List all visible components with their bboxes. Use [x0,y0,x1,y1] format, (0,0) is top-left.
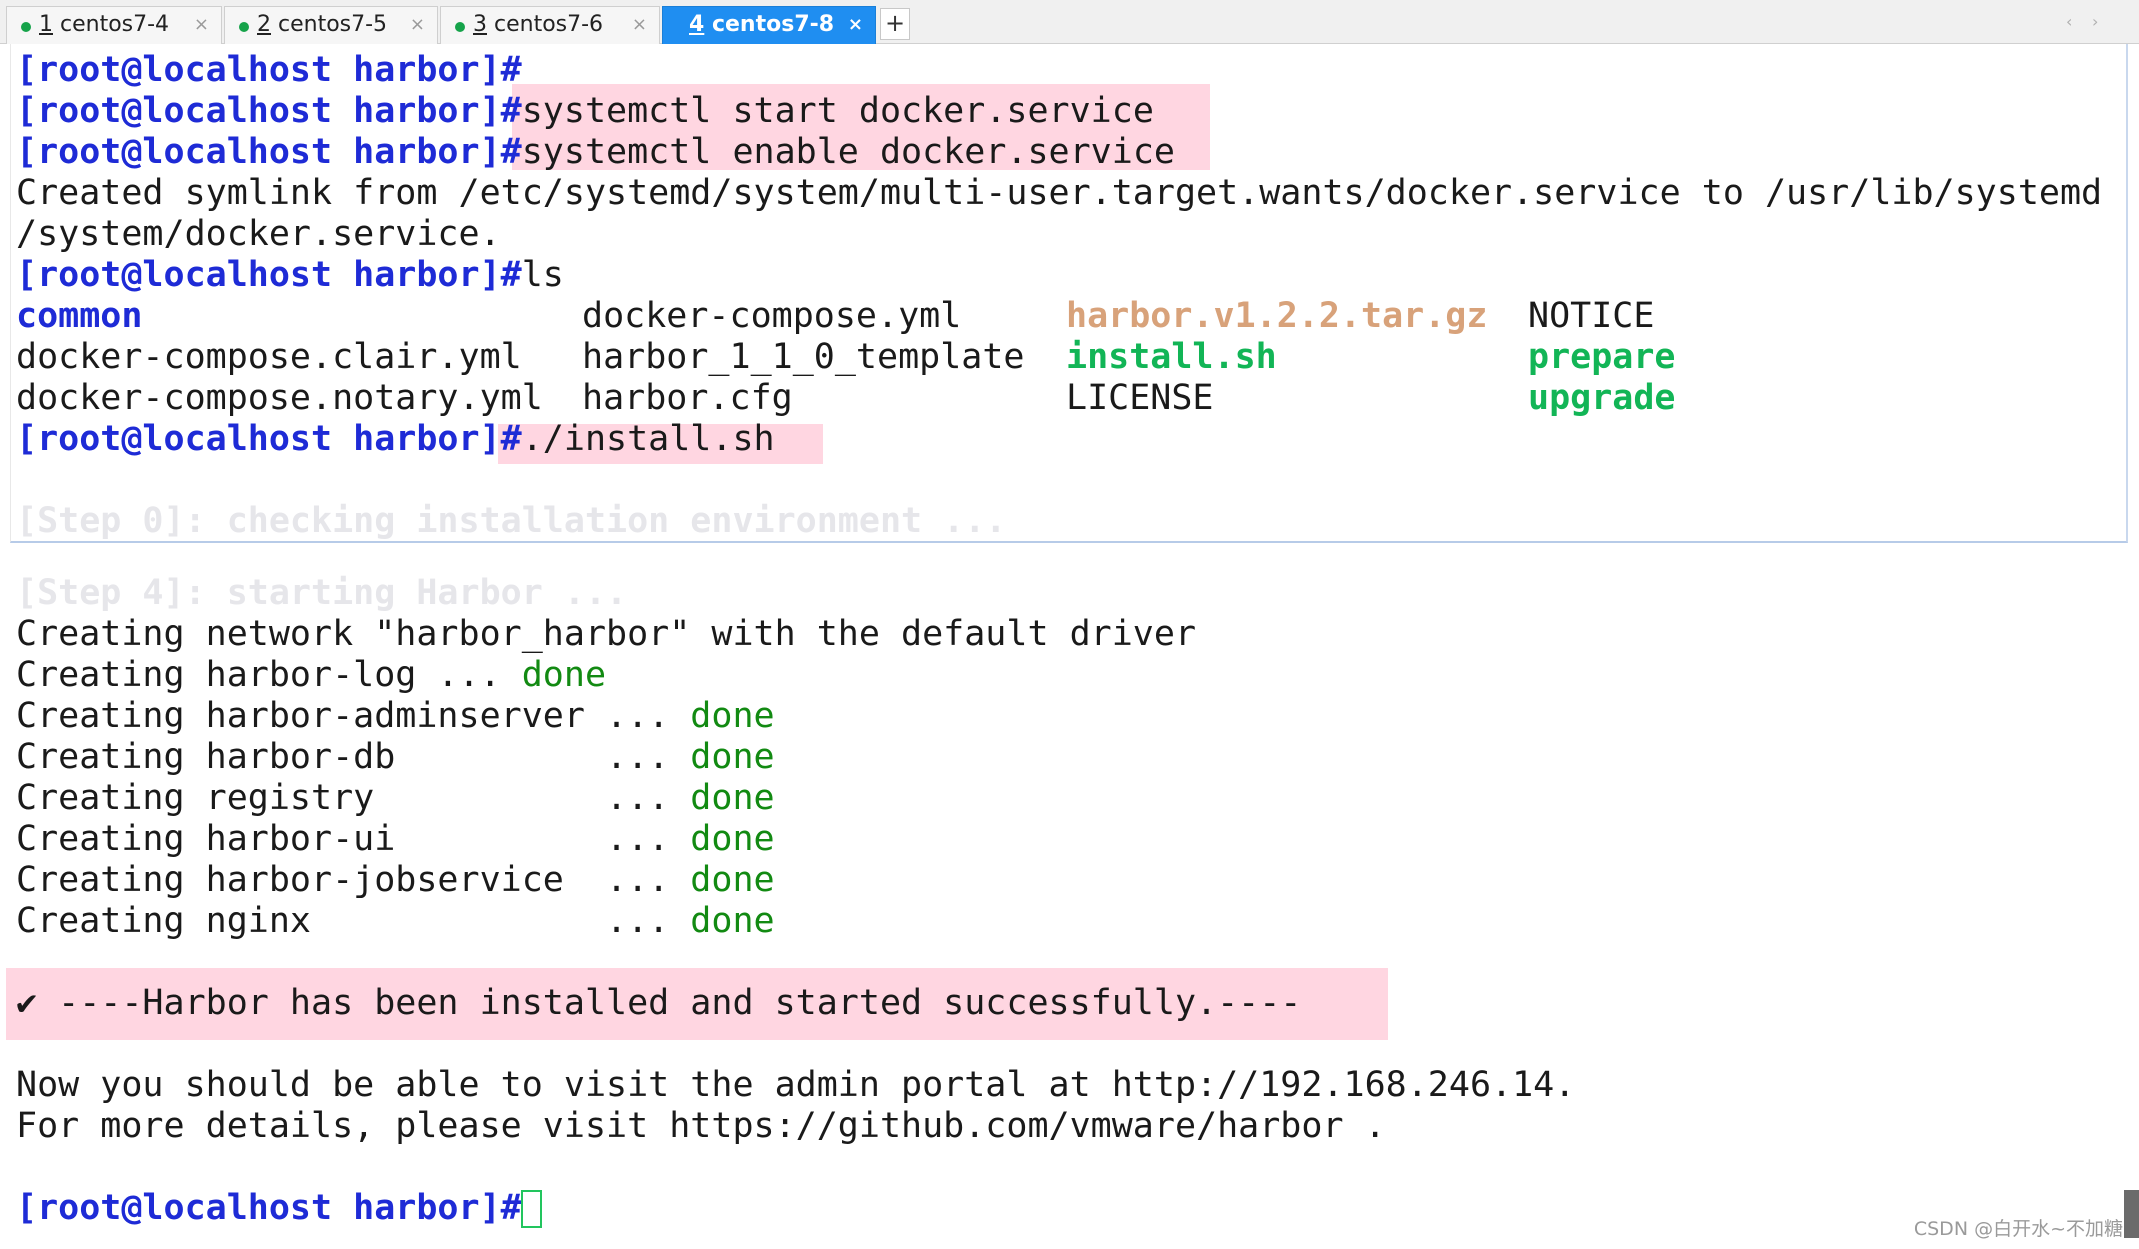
close-icon[interactable]: × [410,7,425,43]
session-status-icon [21,22,31,32]
terminal-line: [root@localhost harbor]# [16,1188,522,1228]
session-status-icon [239,22,249,32]
tab-label: 4 centos7-8 [689,12,835,37]
creating-line: Creating harbor-log ... done [16,655,607,695]
faded-terminal-line: [Step 4]: starting Harbor ... [16,573,628,613]
tab-label: 3 centos7-6 [473,12,604,37]
terminal-line: Creating network "harbor_harbor" with th… [16,614,1197,654]
creating-line: Creating harbor-ui ... done [16,819,775,859]
creating-line: Creating nginx ... done [16,901,775,941]
upper-pane-frame [10,44,2128,543]
new-tab-button[interactable]: + [880,8,910,40]
tab-bar: 1 centos7-4 × 2 centos7-5 × 3 centos7-6 … [0,0,2139,44]
vertical-scrollbar[interactable] [2124,1190,2139,1238]
creating-line: Creating harbor-db ... done [16,737,775,777]
tab-label: 2 centos7-5 [257,12,388,37]
close-icon[interactable]: × [632,7,647,43]
tab-centos7-5[interactable]: 2 centos7-5 × [224,6,438,44]
close-icon[interactable]: × [848,7,863,43]
tab-centos7-6[interactable]: 3 centos7-6 × [440,6,660,44]
tab-label: 1 centos7-4 [39,12,170,37]
terminal-line: Now you should be able to visit the admi… [16,1065,1576,1105]
creating-line: Creating harbor-adminserver ... done [16,696,775,736]
chevron-left-icon[interactable]: ‹ [2066,12,2072,31]
session-status-icon [455,22,465,32]
success-message: ✔ ----Harbor has been installed and star… [16,983,1302,1023]
terminal-line: For more details, please visit https://g… [16,1106,1386,1146]
creating-line: Creating harbor-jobservice ... done [16,860,775,900]
tab-centos7-4[interactable]: 1 centos7-4 × [6,6,222,44]
terminal-cursor[interactable] [521,1190,542,1228]
close-icon[interactable]: × [194,7,209,43]
tab-centos7-8[interactable]: 4 centos7-8 × [662,6,876,44]
watermark: CSDN @白开水~不加糖 [1913,1218,2123,1240]
chevron-right-icon[interactable]: › [2092,12,2098,31]
creating-line: Creating registry ... done [16,778,775,818]
